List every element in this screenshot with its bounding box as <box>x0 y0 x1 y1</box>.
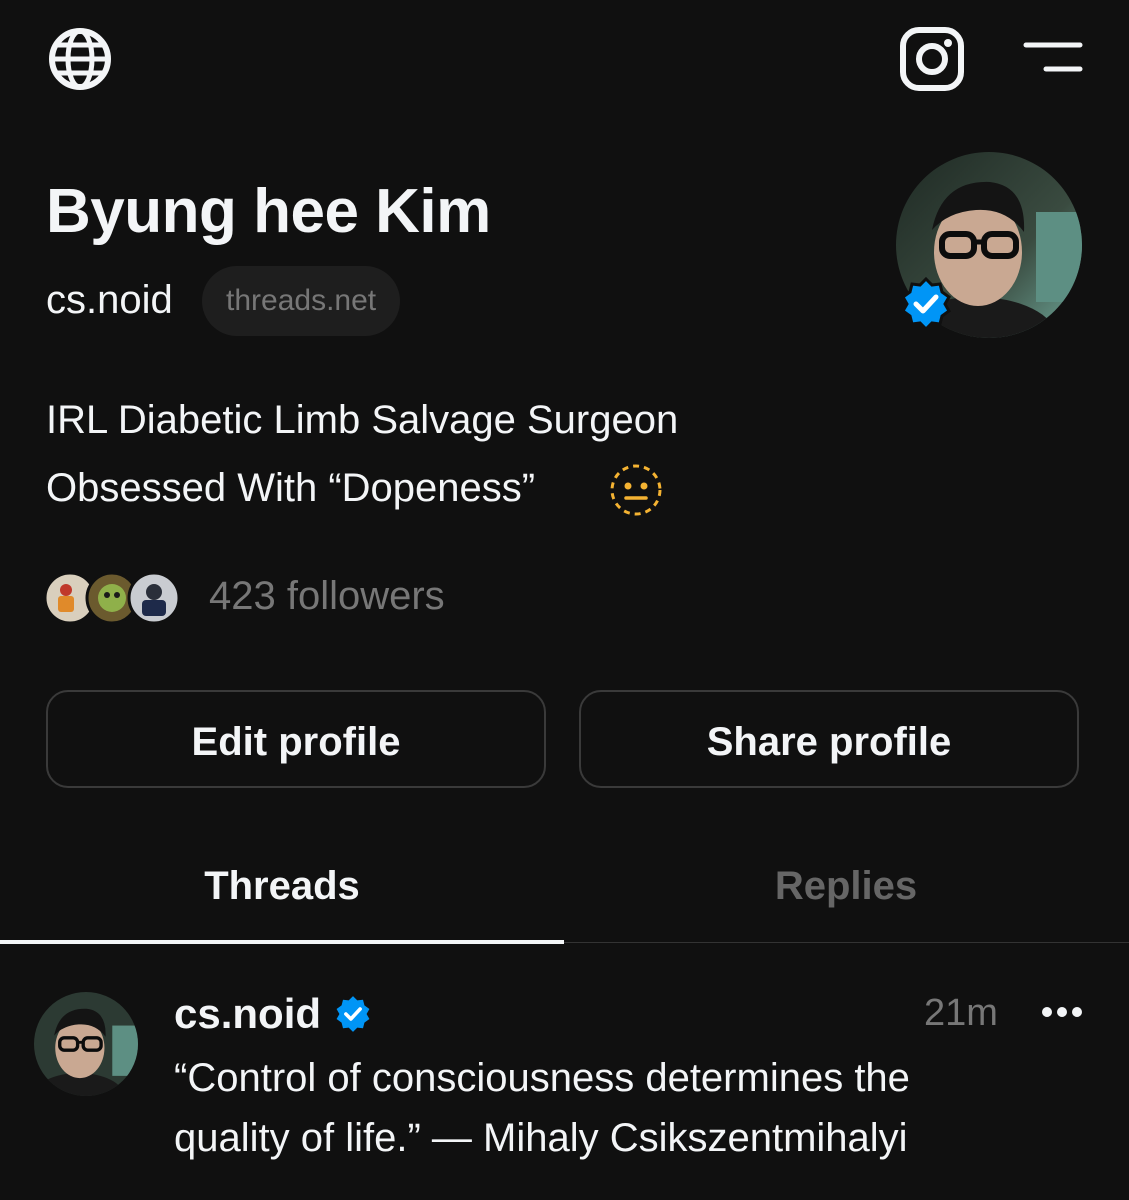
profile-name: Byung hee Kim <box>46 177 491 246</box>
profile-handle: cs.noid <box>46 278 173 322</box>
verified-badge-icon <box>901 276 951 332</box>
post-text-line-2: quality of life.” — Mihaly Csikszentmiha… <box>174 1116 908 1160</box>
dotted-neutral-face-icon <box>610 464 662 516</box>
follower-avatars[interactable] <box>44 570 184 626</box>
tab-threads[interactable]: Threads <box>0 864 564 909</box>
share-profile-button[interactable]: Share profile <box>579 690 1079 788</box>
more-options-icon[interactable] <box>1040 1000 1084 1024</box>
menu-icon[interactable] <box>1022 38 1084 78</box>
post-avatar[interactable] <box>34 992 138 1096</box>
verified-badge-icon <box>336 996 370 1032</box>
tab-replies[interactable]: Replies <box>564 864 1128 909</box>
bio-line-2: Obsessed With “Dopeness” <box>46 466 536 510</box>
bio-line-1: IRL Diabetic Limb Salvage Surgeon <box>46 398 679 442</box>
active-tab-indicator <box>0 940 564 944</box>
post-text-line-1: “Control of consciousness determines the <box>174 1056 910 1100</box>
domain-badge[interactable]: threads.net <box>202 266 401 336</box>
globe-icon[interactable] <box>46 25 114 93</box>
post-username[interactable]: cs.noid <box>174 990 321 1038</box>
instagram-icon[interactable] <box>898 25 966 93</box>
edit-profile-button[interactable]: Edit profile <box>46 690 546 788</box>
followers-count[interactable]: 423 followers <box>209 574 445 619</box>
post-timestamp: 21m <box>924 992 998 1034</box>
